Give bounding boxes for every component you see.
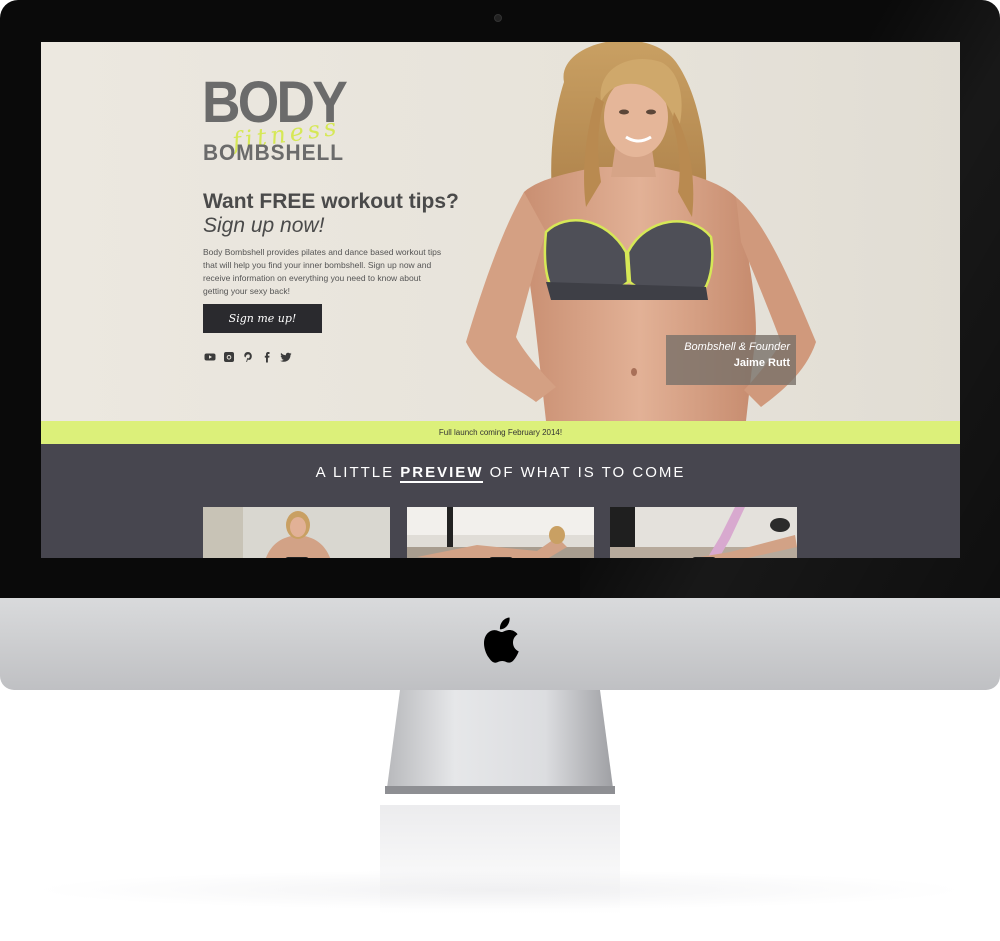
- founder-caption: Bombshell & Founder Jaime Rutt: [666, 335, 796, 385]
- camera-icon: [494, 14, 502, 22]
- facebook-icon[interactable]: [260, 350, 273, 363]
- sign-up-button[interactable]: Sign me up!: [203, 304, 322, 333]
- founder-role: Bombshell & Founder: [684, 341, 790, 353]
- founder-name: Jaime Rutt: [733, 357, 790, 369]
- play-icon[interactable]: [692, 557, 716, 558]
- apple-logo-icon: [483, 617, 519, 663]
- play-icon[interactable]: [285, 557, 309, 558]
- preview-section: A LITTLE PREVIEW OF WHAT IS TO COME: [41, 444, 960, 558]
- play-icon[interactable]: [489, 557, 513, 558]
- preview-title-post: OF WHAT IS TO COME: [489, 464, 686, 481]
- monitor-stand: [385, 690, 615, 794]
- preview-title-pre: A LITTLE: [315, 464, 395, 481]
- social-links: [203, 350, 292, 363]
- preview-title-highlight: PREVIEW: [400, 464, 484, 483]
- instagram-icon[interactable]: [222, 350, 235, 363]
- hero-intro-text: Body Bombshell provides pilates and danc…: [203, 247, 442, 296]
- video-thumb-image: [407, 507, 594, 558]
- twitter-icon[interactable]: [279, 350, 292, 363]
- youtube-icon[interactable]: [203, 350, 216, 363]
- launch-banner: Full launch coming February 2014!: [41, 421, 960, 444]
- preview-video-thumb[interactable]: [203, 507, 390, 558]
- imac-mockup: BODY fitness BOMBSHELL Want FREE workout…: [0, 0, 1000, 941]
- logo-bombshell-text: BOMBSHELL: [203, 140, 344, 165]
- preview-video-thumb[interactable]: [407, 507, 594, 558]
- video-thumb-image: [203, 507, 390, 558]
- preview-title: A LITTLE PREVIEW OF WHAT IS TO COME: [41, 464, 960, 483]
- preview-video-thumb[interactable]: [610, 507, 797, 558]
- brand-logo[interactable]: BODY fitness BOMBSHELL: [202, 74, 352, 166]
- video-thumb-image: [610, 507, 797, 558]
- floor-reflection: [30, 870, 970, 910]
- website-screen: BODY fitness BOMBSHELL Want FREE workout…: [41, 42, 960, 558]
- hero-section: BODY fitness BOMBSHELL Want FREE workout…: [41, 42, 960, 421]
- hero-subheadline: Sign up now!: [203, 214, 325, 237]
- pinterest-icon[interactable]: [241, 350, 254, 363]
